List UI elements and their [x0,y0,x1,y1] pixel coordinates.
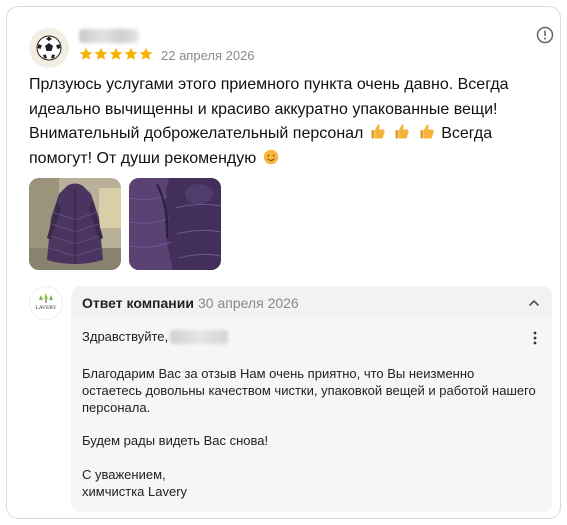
company-reply-date: 30 апреля 2026 [198,295,299,311]
review-photo-coat-front[interactable] [29,178,121,270]
reviewer-avatar[interactable] [29,28,69,68]
coat-photo-front [29,178,121,270]
company-reply-body: Здравствуйте, Благодарим Вас за отзыв На… [71,318,552,512]
coat-photo-closeup [129,178,221,270]
reply-paragraph-invite: Будем рады видеть Вас снова! [82,433,269,448]
chevron-up-icon[interactable] [527,296,541,310]
reply-signature: С уважением, химчистка Lavery [82,467,188,499]
soccer-ball-icon [36,35,62,61]
company-reply-title: Ответ компании [82,295,194,311]
reply-greeting: Здравствуйте, [82,329,229,344]
smiling-face-emoji-icon [263,149,278,164]
lavery-logo-icon: LAVERY [35,293,57,311]
company-logo[interactable]: LAVERY [29,286,63,320]
reviewer-name-redacted[interactable] [79,29,139,43]
reviewer-name-redacted [170,329,229,344]
review-card: 22 апреля 2026 Прлзуюсь услугами этого п… [6,6,561,519]
thumbs-up-emoji-icon [371,124,385,139]
review-text-part1: Прлзуюсь услугами этого приемного пункта… [29,76,509,142]
star-icon [124,47,138,60]
thumbs-up-emoji-icon [395,124,409,139]
star-icon [94,47,108,60]
star-icon [79,47,93,60]
kebab-menu-icon[interactable] [528,330,542,346]
svg-text:LAVERY: LAVERY [35,305,56,311]
reply-greeting-text: Здравствуйте, [82,329,169,344]
review-photo-coat-closeup[interactable] [129,178,221,270]
info-circle-icon[interactable] [536,26,554,44]
star-icon [109,47,123,60]
rating-stars [79,47,153,61]
reply-paragraph-thanks: Благодарим Вас за отзыв Нам очень приятн… [82,366,536,415]
review-date: 22 апреля 2026 [161,48,255,63]
company-reply: Ответ компании 30 апреля 2026 Здравствуй… [71,286,552,512]
company-reply-header[interactable]: Ответ компании 30 апреля 2026 [71,286,552,318]
review-text: Прлзуюсь услугами этого приемного пункта… [29,73,554,171]
star-icon [139,47,153,60]
thumbs-up-emoji-icon [420,124,434,139]
